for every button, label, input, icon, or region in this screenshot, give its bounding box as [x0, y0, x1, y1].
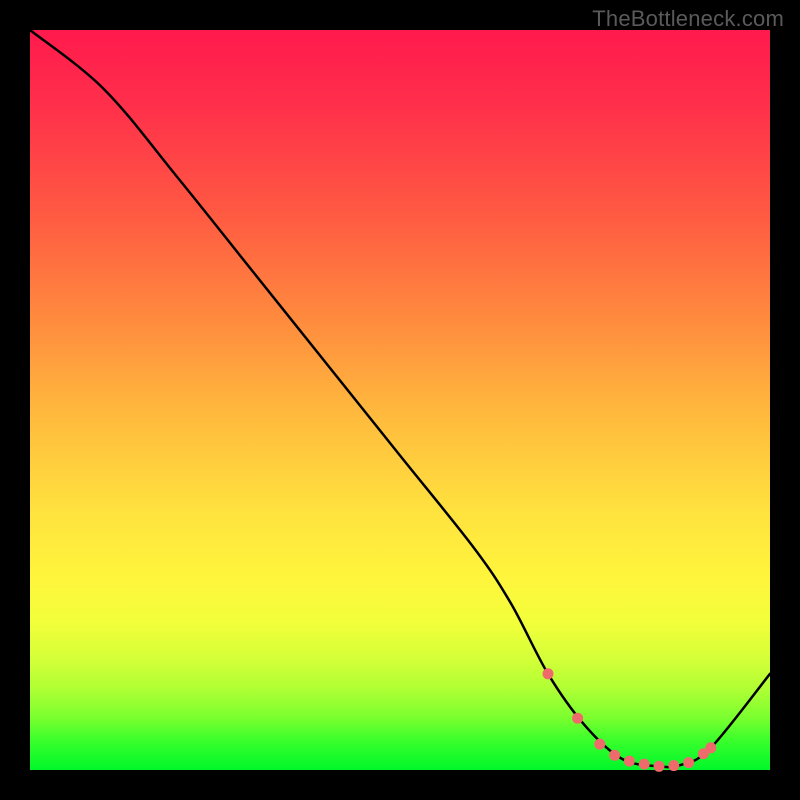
- marker-point: [668, 760, 679, 771]
- bottleneck-curve: [30, 30, 770, 767]
- marker-point: [705, 742, 716, 753]
- marker-point: [654, 761, 665, 772]
- chart-frame: TheBottleneck.com: [0, 0, 800, 800]
- marker-point: [683, 757, 694, 768]
- marker-point: [609, 750, 620, 761]
- marker-point: [624, 756, 635, 767]
- marker-point: [639, 759, 650, 770]
- plot-area: [30, 30, 770, 770]
- watermark-text: TheBottleneck.com: [592, 6, 784, 32]
- curve-layer: [30, 30, 770, 770]
- marker-point: [543, 668, 554, 679]
- marker-group: [543, 668, 717, 772]
- marker-point: [572, 713, 583, 724]
- marker-point: [594, 739, 605, 750]
